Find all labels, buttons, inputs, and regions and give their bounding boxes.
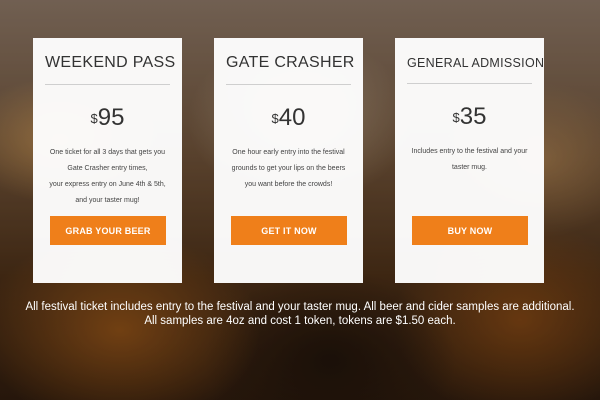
price: $ 95 bbox=[33, 105, 182, 135]
pricing-cards: WEEKEND PASS $ 95 One ticket for all 3 d… bbox=[33, 38, 544, 283]
description-line: taster mug. bbox=[451, 164, 487, 171]
price-currency: $ bbox=[271, 111, 279, 126]
description-line: grounds to get your lips on the beers bbox=[231, 165, 346, 172]
grab-your-beer-button[interactable]: GRAB YOUR BEER bbox=[50, 216, 166, 245]
price: $ 35 bbox=[395, 104, 544, 134]
description-line: One hour early entry into the festival bbox=[232, 149, 345, 156]
price-amount: 40 bbox=[278, 104, 306, 131]
description-line: and your taster mug! bbox=[75, 197, 140, 204]
description-line: your express entry on June 4th & 5th, bbox=[49, 181, 166, 188]
price: $ 40 bbox=[214, 105, 363, 135]
price-amount: 95 bbox=[97, 104, 125, 131]
footer-note: All festival ticket includes entry to th… bbox=[25, 301, 575, 327]
price-currency: $ bbox=[90, 111, 98, 126]
description-line: you want before the crowds! bbox=[244, 181, 333, 188]
card-title: GENERAL ADMISSION bbox=[407, 54, 544, 84]
price-currency: $ bbox=[452, 110, 460, 125]
description-line: One ticket for all 3 days that gets you bbox=[49, 149, 166, 156]
card-title: GATE CRASHER bbox=[226, 54, 354, 85]
card-description: One ticket for all 3 days that gets you … bbox=[45, 145, 170, 209]
card-title: WEEKEND PASS bbox=[45, 54, 175, 85]
price-amount: 35 bbox=[459, 103, 487, 130]
buy-now-button[interactable]: BUY NOW bbox=[412, 216, 528, 245]
get-it-now-button[interactable]: GET IT NOW bbox=[231, 216, 347, 245]
card-weekend-pass: WEEKEND PASS $ 95 One ticket for all 3 d… bbox=[33, 38, 182, 283]
card-gate-crasher: GATE CRASHER $ 40 One hour early entry i… bbox=[214, 38, 363, 283]
description-line: Includes entry to the festival and your bbox=[411, 148, 528, 155]
description-line: Gate Crasher entry times, bbox=[67, 165, 148, 172]
card-general-admission: GENERAL ADMISSION $ 35 Includes entry to… bbox=[395, 38, 544, 283]
card-description: Includes entry to the festival and your … bbox=[407, 144, 532, 176]
card-description: One hour early entry into the festival g… bbox=[226, 145, 351, 193]
